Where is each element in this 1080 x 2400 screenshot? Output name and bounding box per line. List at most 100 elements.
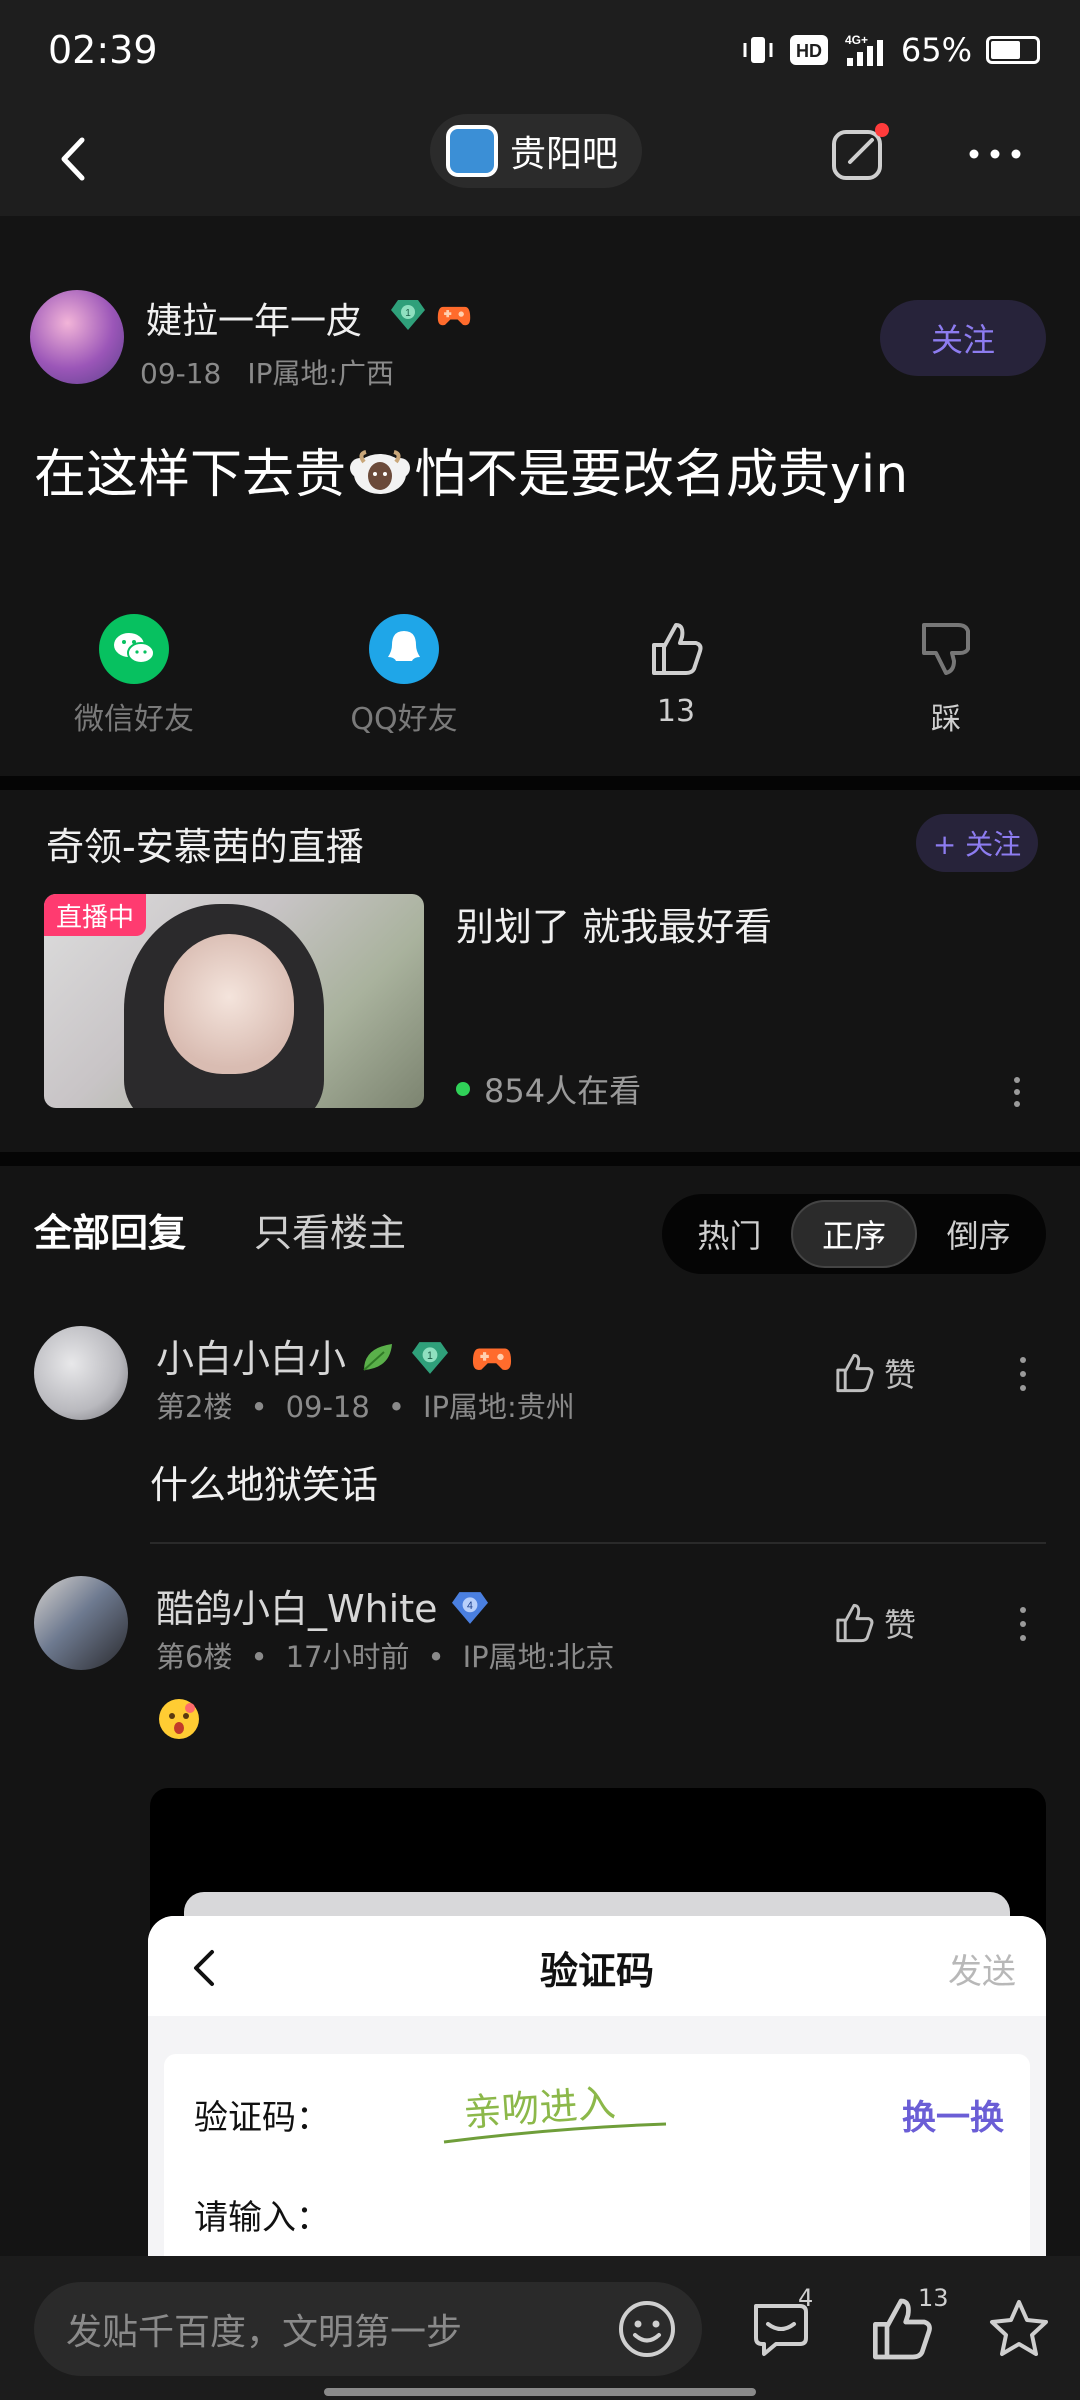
- reply-avatar[interactable]: [34, 1326, 128, 1420]
- live-follow-button[interactable]: + 关注: [916, 814, 1038, 872]
- reply-ip: IP属地:贵州: [422, 1390, 575, 1424]
- forum-logo: [446, 125, 498, 177]
- reply-divider: [150, 1542, 1046, 1544]
- post-title: 在这样下去贵 怕不是要改名成贵yin: [34, 432, 908, 507]
- meta-separator: •: [250, 1640, 268, 1674]
- vibrate-icon: [743, 37, 773, 63]
- star-icon[interactable]: [984, 2294, 1054, 2364]
- top-nav: 贵阳吧: [0, 100, 1080, 216]
- post-title-part1: 在这样下去贵: [34, 445, 347, 505]
- qq-icon: [369, 614, 439, 684]
- emoji-icon[interactable]: [616, 2298, 678, 2360]
- edit-icon[interactable]: [826, 120, 892, 186]
- wechat-icon: [99, 614, 169, 684]
- reply-time: 09-18: [285, 1390, 370, 1424]
- tab-all-replies[interactable]: 全部回复: [34, 1202, 186, 1257]
- captcha-image[interactable]: 亲吻进入: [434, 2064, 674, 2164]
- post-title-part2: 怕不是要改名成贵yin: [414, 445, 909, 505]
- reply-more-icon[interactable]: [1016, 1352, 1030, 1396]
- author-badges: 1: [390, 298, 472, 332]
- home-indicator[interactable]: [324, 2388, 756, 2396]
- sort-hot[interactable]: 热门: [668, 1200, 791, 1268]
- post-date: 09-18: [140, 357, 222, 390]
- level-gem-icon: 1: [391, 300, 425, 330]
- share-qq[interactable]: QQ好友: [304, 614, 504, 738]
- post-actions: 微信好友 QQ好友 13 踩: [0, 614, 1080, 744]
- dislike-label: 踩: [931, 702, 961, 737]
- signal-icon: 4G+: [845, 33, 883, 66]
- captcha-modal: 验证码 发送 验证码： 亲吻进入 换一换 请输入：: [148, 1916, 1046, 2256]
- status-bar: 02:39 HD 4G+ 65%: [0, 0, 1080, 100]
- reply-time: 17小时前: [285, 1640, 410, 1674]
- reply-author[interactable]: 酷鸽小白_White 4: [156, 1578, 490, 1633]
- meta-separator: •: [427, 1640, 445, 1674]
- level-gem-icon: 1: [412, 1342, 449, 1374]
- like-count-bottom: 13: [918, 2284, 949, 2312]
- tab-op-only[interactable]: 只看楼主: [254, 1202, 406, 1257]
- reply-like-button[interactable]: 赞: [832, 1350, 916, 1396]
- forum-name: 贵阳吧: [510, 134, 619, 175]
- leaf-icon: [363, 1344, 393, 1371]
- level-number: 4: [467, 1600, 473, 1612]
- live-viewer-count: 854人在看: [484, 1072, 642, 1110]
- sort-toggle: 热门 正序 倒序: [662, 1194, 1046, 1274]
- send-button[interactable]: 发送: [948, 1944, 1016, 1993]
- thumbs-up-icon: [836, 1353, 874, 1393]
- reply-floor: 第6楼: [156, 1640, 233, 1674]
- live-viewers: 854人在看: [456, 1066, 641, 1112]
- level-gem-icon: 4: [451, 1592, 488, 1624]
- reply-author-name: 酷鸽小白_White: [156, 1587, 438, 1631]
- sheep-emoji-icon: [350, 450, 411, 494]
- comment-count: 4: [798, 2284, 814, 2312]
- sort-asc[interactable]: 正序: [790, 1200, 918, 1268]
- battery-icon: [986, 36, 1040, 64]
- live-more-icon[interactable]: [1010, 1072, 1024, 1112]
- live-title[interactable]: 奇领-安慕茜的直播: [46, 816, 364, 871]
- author-avatar[interactable]: [30, 290, 124, 384]
- section-divider: [0, 776, 1080, 790]
- reply-avatar[interactable]: [34, 1576, 128, 1670]
- level-number: 1: [405, 308, 411, 319]
- reply-author[interactable]: 小白小白小 1: [156, 1328, 514, 1383]
- online-dot-icon: [456, 1082, 470, 1096]
- reply-text: 什么地狱笑话: [150, 1463, 379, 1507]
- modal-header: 验证码 发送: [148, 1916, 1046, 2016]
- author-meta: 09-18 IP属地:广西: [140, 352, 394, 392]
- sort-desc[interactable]: 倒序: [917, 1200, 1040, 1268]
- more-icon[interactable]: [960, 124, 1030, 184]
- modal-title: 验证码: [539, 1949, 654, 1993]
- captcha-input-label[interactable]: 请输入：: [194, 2190, 330, 2239]
- thumbs-down-icon: [911, 614, 981, 684]
- comment-input[interactable]: 发贴千百度，文明第一步: [34, 2282, 702, 2376]
- refresh-captcha-button[interactable]: 换一换: [902, 2090, 1004, 2139]
- live-thumbnail[interactable]: 直播中: [44, 894, 424, 1108]
- post-main: 婕拉一年一皮 1 09-18 IP属地:广西 关注 在这样下去贵 怕不是要改名成贵y…: [0, 216, 1080, 776]
- live-description: 别划了 就我最好看: [456, 905, 773, 949]
- reply-more-icon[interactable]: [1016, 1602, 1030, 1646]
- reply-author-name: 小白小白小: [156, 1337, 347, 1381]
- svg-text:HD: HD: [796, 41, 822, 61]
- reply-meta: 第2楼 • 09-18 • IP属地:贵州: [156, 1384, 575, 1426]
- reply-meta: 第6楼 • 17小时前 • IP属地:北京: [156, 1634, 614, 1676]
- back-arrow-icon[interactable]: [40, 124, 110, 194]
- like-post[interactable]: 13: [576, 614, 776, 729]
- forum-pill[interactable]: 贵阳吧: [430, 114, 643, 188]
- captcha-form: 验证码： 亲吻进入 换一换 请输入：: [164, 2054, 1030, 2256]
- reply-like-button[interactable]: 赞: [832, 1600, 916, 1646]
- live-card[interactable]: 奇领-安慕茜的直播 + 关注 直播中 别划了 就我最好看 854人在看: [0, 790, 1080, 1152]
- reply-like-label: 赞: [884, 1356, 917, 1394]
- reply-ip: IP属地:北京: [462, 1640, 615, 1674]
- thumbs-up-icon: [836, 1603, 874, 1643]
- share-wechat[interactable]: 微信好友: [34, 614, 234, 738]
- like-count: 13: [656, 694, 696, 729]
- follow-button[interactable]: 关注: [880, 300, 1046, 376]
- status-indicators: HD 4G+ 65%: [741, 30, 1040, 70]
- battery-percent: 65%: [900, 31, 972, 69]
- bottom-bar: 发贴千百度，文明第一步 4 13: [0, 2256, 1080, 2400]
- svg-text:4G+: 4G+: [845, 33, 868, 47]
- dislike-post[interactable]: 踩: [846, 614, 1046, 738]
- live-status-badge: 直播中: [44, 894, 147, 936]
- meta-separator: •: [387, 1390, 405, 1424]
- section-divider: [0, 1152, 1080, 1166]
- author-name[interactable]: 婕拉一年一皮: [146, 292, 362, 344]
